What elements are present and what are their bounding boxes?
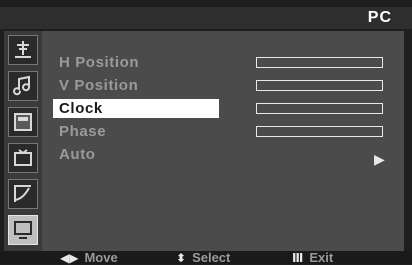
menu-item-phase[interactable]: Phase — [53, 122, 219, 141]
sound-curve-icon[interactable] — [8, 179, 38, 209]
footer-hints: ◀▶ Move ⬍ Select Ⅲ Exit — [0, 250, 412, 265]
auto-arrow-icon: ▶ — [374, 151, 385, 167]
move-hint: ◀▶ Move — [60, 250, 118, 265]
move-label: Move — [84, 250, 118, 265]
menu-item-auto[interactable]: Auto — [53, 145, 219, 164]
osd-screen: PC H Position V Position Clock Phase Aut — [0, 0, 412, 265]
menu-item-h-position[interactable]: H Position — [53, 53, 219, 72]
v-position-slider[interactable] — [256, 80, 383, 91]
menu-icon: Ⅲ — [292, 250, 304, 265]
select-hint: ⬍ Select — [176, 250, 230, 265]
select-label: Select — [192, 250, 231, 265]
antenna-icon[interactable] — [8, 35, 38, 65]
monitor-pc-icon[interactable] — [8, 215, 38, 245]
phase-slider[interactable] — [256, 126, 383, 137]
page-title: PC — [367, 9, 392, 26]
updown-arrows-icon: ⬍ — [176, 250, 187, 265]
exit-label: Exit — [309, 250, 334, 265]
picture-icon[interactable] — [8, 107, 38, 137]
menu-item-clock[interactable]: Clock — [53, 99, 219, 118]
title-bar: PC — [0, 7, 412, 29]
clock-slider[interactable] — [256, 103, 383, 114]
menu-item-v-position[interactable]: V Position — [53, 76, 219, 95]
tv-setup-icon[interactable] — [8, 143, 38, 173]
menu-panel: H Position V Position Clock Phase Auto ▶ — [42, 31, 404, 251]
music-note-icon[interactable] — [8, 71, 38, 101]
sidebar — [4, 31, 42, 251]
h-position-slider[interactable] — [256, 57, 383, 68]
exit-hint: Ⅲ Exit — [292, 250, 333, 265]
move-arrows-icon: ◀▶ — [60, 250, 79, 265]
